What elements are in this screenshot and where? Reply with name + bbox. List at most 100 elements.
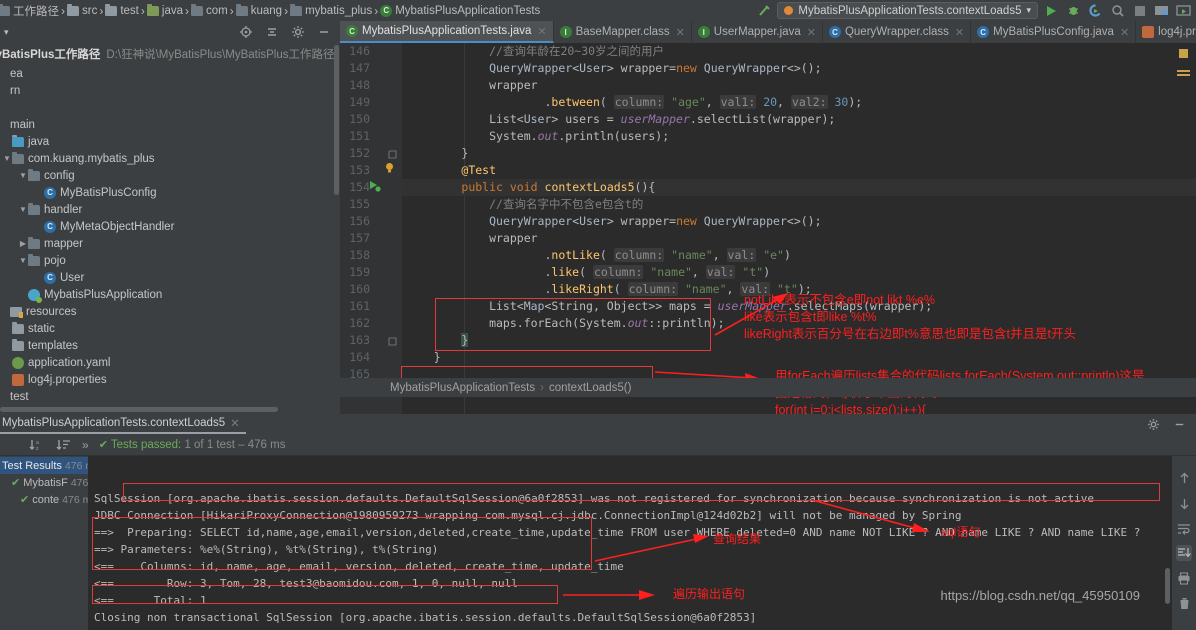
- chevron-down-icon[interactable]: ▾: [1026, 5, 1031, 16]
- tree-item[interactable]: ▼ handler: [0, 201, 340, 218]
- project-view-dropdown-icon[interactable]: ▾: [4, 27, 9, 38]
- code-line[interactable]: wrapper: [406, 230, 1196, 247]
- tree-item[interactable]: ▼ com.kuang.mybatis_plus: [0, 150, 340, 167]
- run-configuration-selector[interactable]: MybatisPlusApplicationTests.contextLoads…: [777, 2, 1038, 19]
- tree-item[interactable]: C MyBatisPlusConfig: [0, 184, 340, 201]
- soft-wrap-icon[interactable]: [1176, 520, 1192, 536]
- console-output[interactable]: SqlSession [org.apache.ibatis.session.de…: [88, 456, 1172, 630]
- editor-tab[interactable]: I UserMapper.java ✕: [692, 21, 823, 43]
- profiler-icon[interactable]: [1109, 2, 1126, 19]
- tree-item[interactable]: main: [0, 116, 340, 133]
- scroll-to-end-icon[interactable]: [1176, 545, 1192, 561]
- console-scrollbar[interactable]: [1165, 568, 1170, 604]
- close-icon[interactable]: ✕: [807, 26, 816, 39]
- code-line[interactable]: QueryWrapper<User> wrapper=new QueryWrap…: [406, 213, 1196, 230]
- stop-icon[interactable]: [1131, 2, 1148, 19]
- fold-icon[interactable]: [388, 335, 397, 349]
- breadcrumb-item[interactable]: mybatis_plus: [288, 3, 374, 17]
- code-line[interactable]: }: [406, 145, 1196, 162]
- breadcrumb-item[interactable]: java: [145, 3, 185, 17]
- tree-item[interactable]: application.yaml: [0, 354, 340, 371]
- tree-item[interactable]: C User: [0, 269, 340, 286]
- build-icon[interactable]: [755, 2, 772, 19]
- code-line[interactable]: //查询名字中不包含e包含t的: [406, 196, 1196, 213]
- warning-stripe-marker[interactable]: [1177, 70, 1190, 78]
- editor-tab[interactable]: C QueryWrapper.class ✕: [823, 21, 972, 43]
- code-line[interactable]: //查询年龄在20~30岁之间的用户: [406, 43, 1196, 60]
- sort-by-duration-icon[interactable]: [55, 436, 72, 453]
- scroll-from-source-icon[interactable]: [237, 24, 254, 41]
- sort-alphabetically-icon[interactable]: az: [28, 436, 45, 453]
- breadcrumb-item[interactable]: kuang: [234, 3, 284, 17]
- gear-icon[interactable]: [289, 24, 306, 41]
- tree-item[interactable]: log4j.properties: [0, 371, 340, 388]
- layout-icon[interactable]: [1153, 2, 1170, 19]
- tree-toggle-icon[interactable]: ▼: [18, 171, 28, 180]
- tree-toggle-icon[interactable]: ▶: [18, 239, 28, 248]
- tree-item[interactable]: static: [0, 320, 340, 337]
- test-tree-item[interactable]: Test Results 476 ms: [0, 457, 99, 474]
- code-line[interactable]: public void contextLoads5(){: [406, 179, 1196, 196]
- tree-item[interactable]: resources: [0, 303, 340, 320]
- close-icon[interactable]: ✕: [537, 25, 546, 38]
- tree-item[interactable]: MybatisPlusApplication: [0, 286, 340, 303]
- intention-bulb-icon[interactable]: [384, 162, 395, 173]
- project-vertical-scrollbar[interactable]: [334, 45, 339, 195]
- present-icon[interactable]: [1175, 2, 1192, 19]
- editor-tab[interactable]: I BaseMapper.class ✕: [554, 21, 692, 43]
- print-icon[interactable]: [1176, 570, 1192, 586]
- breadcrumb-item[interactable]: C MybatisPlusApplicationTests: [378, 4, 542, 17]
- hide-icon[interactable]: [1171, 416, 1188, 433]
- close-icon[interactable]: ✕: [955, 26, 964, 39]
- code-line[interactable]: }: [406, 349, 1196, 366]
- editor-tab[interactable]: C MybatisPlusApplicationTests.java ✕: [340, 21, 554, 43]
- breadcrumb-method[interactable]: contextLoads5(): [549, 382, 631, 394]
- run-tab[interactable]: MybatisPlusApplicationTests.contextLoads…: [0, 414, 246, 434]
- tree-item[interactable]: templates: [0, 337, 340, 354]
- code-line[interactable]: .between( column: "age", val1: 20, val2:…: [406, 94, 1196, 111]
- breadcrumb-item[interactable]: 工作路径: [0, 3, 61, 19]
- more-icon[interactable]: »: [82, 438, 89, 452]
- tree-item[interactable]: ▼ pojo: [0, 252, 340, 269]
- hide-icon[interactable]: [315, 24, 332, 41]
- code-editor[interactable]: 146 147 148 149 150 151 152 153 154 155 156 157 158 1…: [340, 43, 1196, 414]
- breadcrumb-item[interactable]: test: [103, 3, 141, 17]
- test-tree-item[interactable]: ✔ conte 476 ms: [0, 491, 97, 508]
- project-horizontal-scrollbar[interactable]: [0, 407, 278, 412]
- tree-item[interactable]: [0, 99, 340, 116]
- close-icon[interactable]: ✕: [230, 416, 240, 430]
- editor-breadcrumb[interactable]: MybatisPlusApplicationTests › contextLoa…: [340, 378, 1196, 397]
- breadcrumb-class[interactable]: MybatisPlusApplicationTests: [390, 382, 535, 394]
- tree-item[interactable]: ▼ config: [0, 167, 340, 184]
- gear-icon[interactable]: [1145, 416, 1162, 433]
- tree-item[interactable]: test: [0, 388, 340, 405]
- tree-item[interactable]: ▶ mapper: [0, 235, 340, 252]
- fold-icon[interactable]: [388, 148, 397, 162]
- editor-tab[interactable]: C MyBatisPlusConfig.java ✕: [971, 21, 1137, 43]
- tree-item[interactable]: java: [0, 133, 340, 150]
- scroll-down-icon[interactable]: [1176, 495, 1192, 511]
- tree-item[interactable]: rn: [0, 82, 340, 99]
- test-tree-item[interactable]: ✔MybatisF476 ms: [0, 474, 105, 491]
- tree-toggle-icon[interactable]: ▼: [18, 256, 28, 265]
- tree-item[interactable]: ea: [0, 65, 340, 82]
- code-line[interactable]: @Test: [406, 162, 1196, 179]
- tree-toggle-icon[interactable]: ▼: [18, 205, 28, 214]
- collapse-all-icon[interactable]: [263, 24, 280, 41]
- tree-toggle-icon[interactable]: ▼: [2, 154, 12, 163]
- code-line[interactable]: wrapper: [406, 77, 1196, 94]
- breadcrumb-item[interactable]: com: [189, 3, 230, 17]
- run-icon[interactable]: [1043, 2, 1060, 19]
- close-icon[interactable]: ✕: [1120, 26, 1129, 39]
- trash-icon[interactable]: [1176, 595, 1192, 611]
- error-stripe-marker[interactable]: [1179, 49, 1188, 58]
- code-line[interactable]: QueryWrapper<User> wrapper=new QueryWrap…: [406, 60, 1196, 77]
- run-test-gutter-icon[interactable]: [368, 179, 381, 192]
- editor-tab[interactable]: log4j.pr✕: [1136, 21, 1196, 43]
- editor-code[interactable]: 146 147 148 149 150 151 152 153 154 155 156 157 158 1…: [340, 43, 1196, 414]
- code-line[interactable]: List<User> users = userMapper.selectList…: [406, 111, 1196, 128]
- breadcrumb-item[interactable]: src: [65, 3, 99, 17]
- run-with-coverage-icon[interactable]: [1087, 2, 1104, 19]
- close-icon[interactable]: ✕: [676, 26, 685, 39]
- debug-icon[interactable]: [1065, 2, 1082, 19]
